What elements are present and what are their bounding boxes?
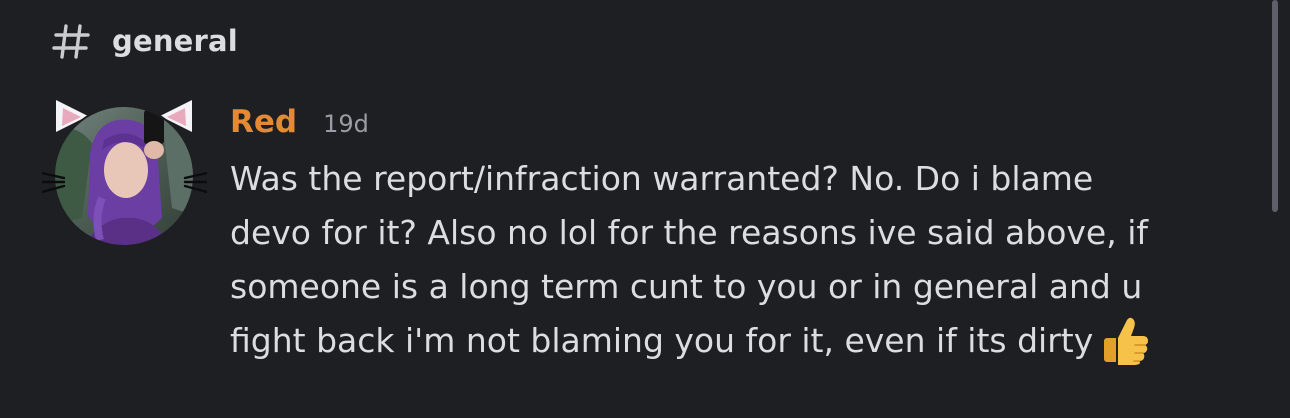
message-header: Red 19d [230,104,369,140]
thumbs-up-icon[interactable] [1099,314,1151,366]
message-line: devo for it? Also no lol for the reasons… [230,213,1148,252]
message-line-text: fight back i'm not blaming you for it, e… [230,321,1094,360]
message[interactable]: Red 19d Was the report/infraction warran… [42,98,1222,398]
message-content: Was the report/infraction warranted? No.… [230,152,1220,368]
username[interactable]: Red [230,104,297,140]
avatar[interactable] [42,98,207,248]
hash-icon [52,24,90,59]
channel-header[interactable]: general [50,18,238,64]
timestamp: 19d [323,110,369,138]
message-line-last: fight back i'm not blaming you for it, e… [230,314,1220,368]
scrollbar[interactable] [1272,0,1278,212]
message-line: Was the report/infraction warranted? No.… [230,159,1094,198]
message-line: someone is a long term cunt to you or in… [230,267,1143,306]
channel-name: general [112,24,238,58]
